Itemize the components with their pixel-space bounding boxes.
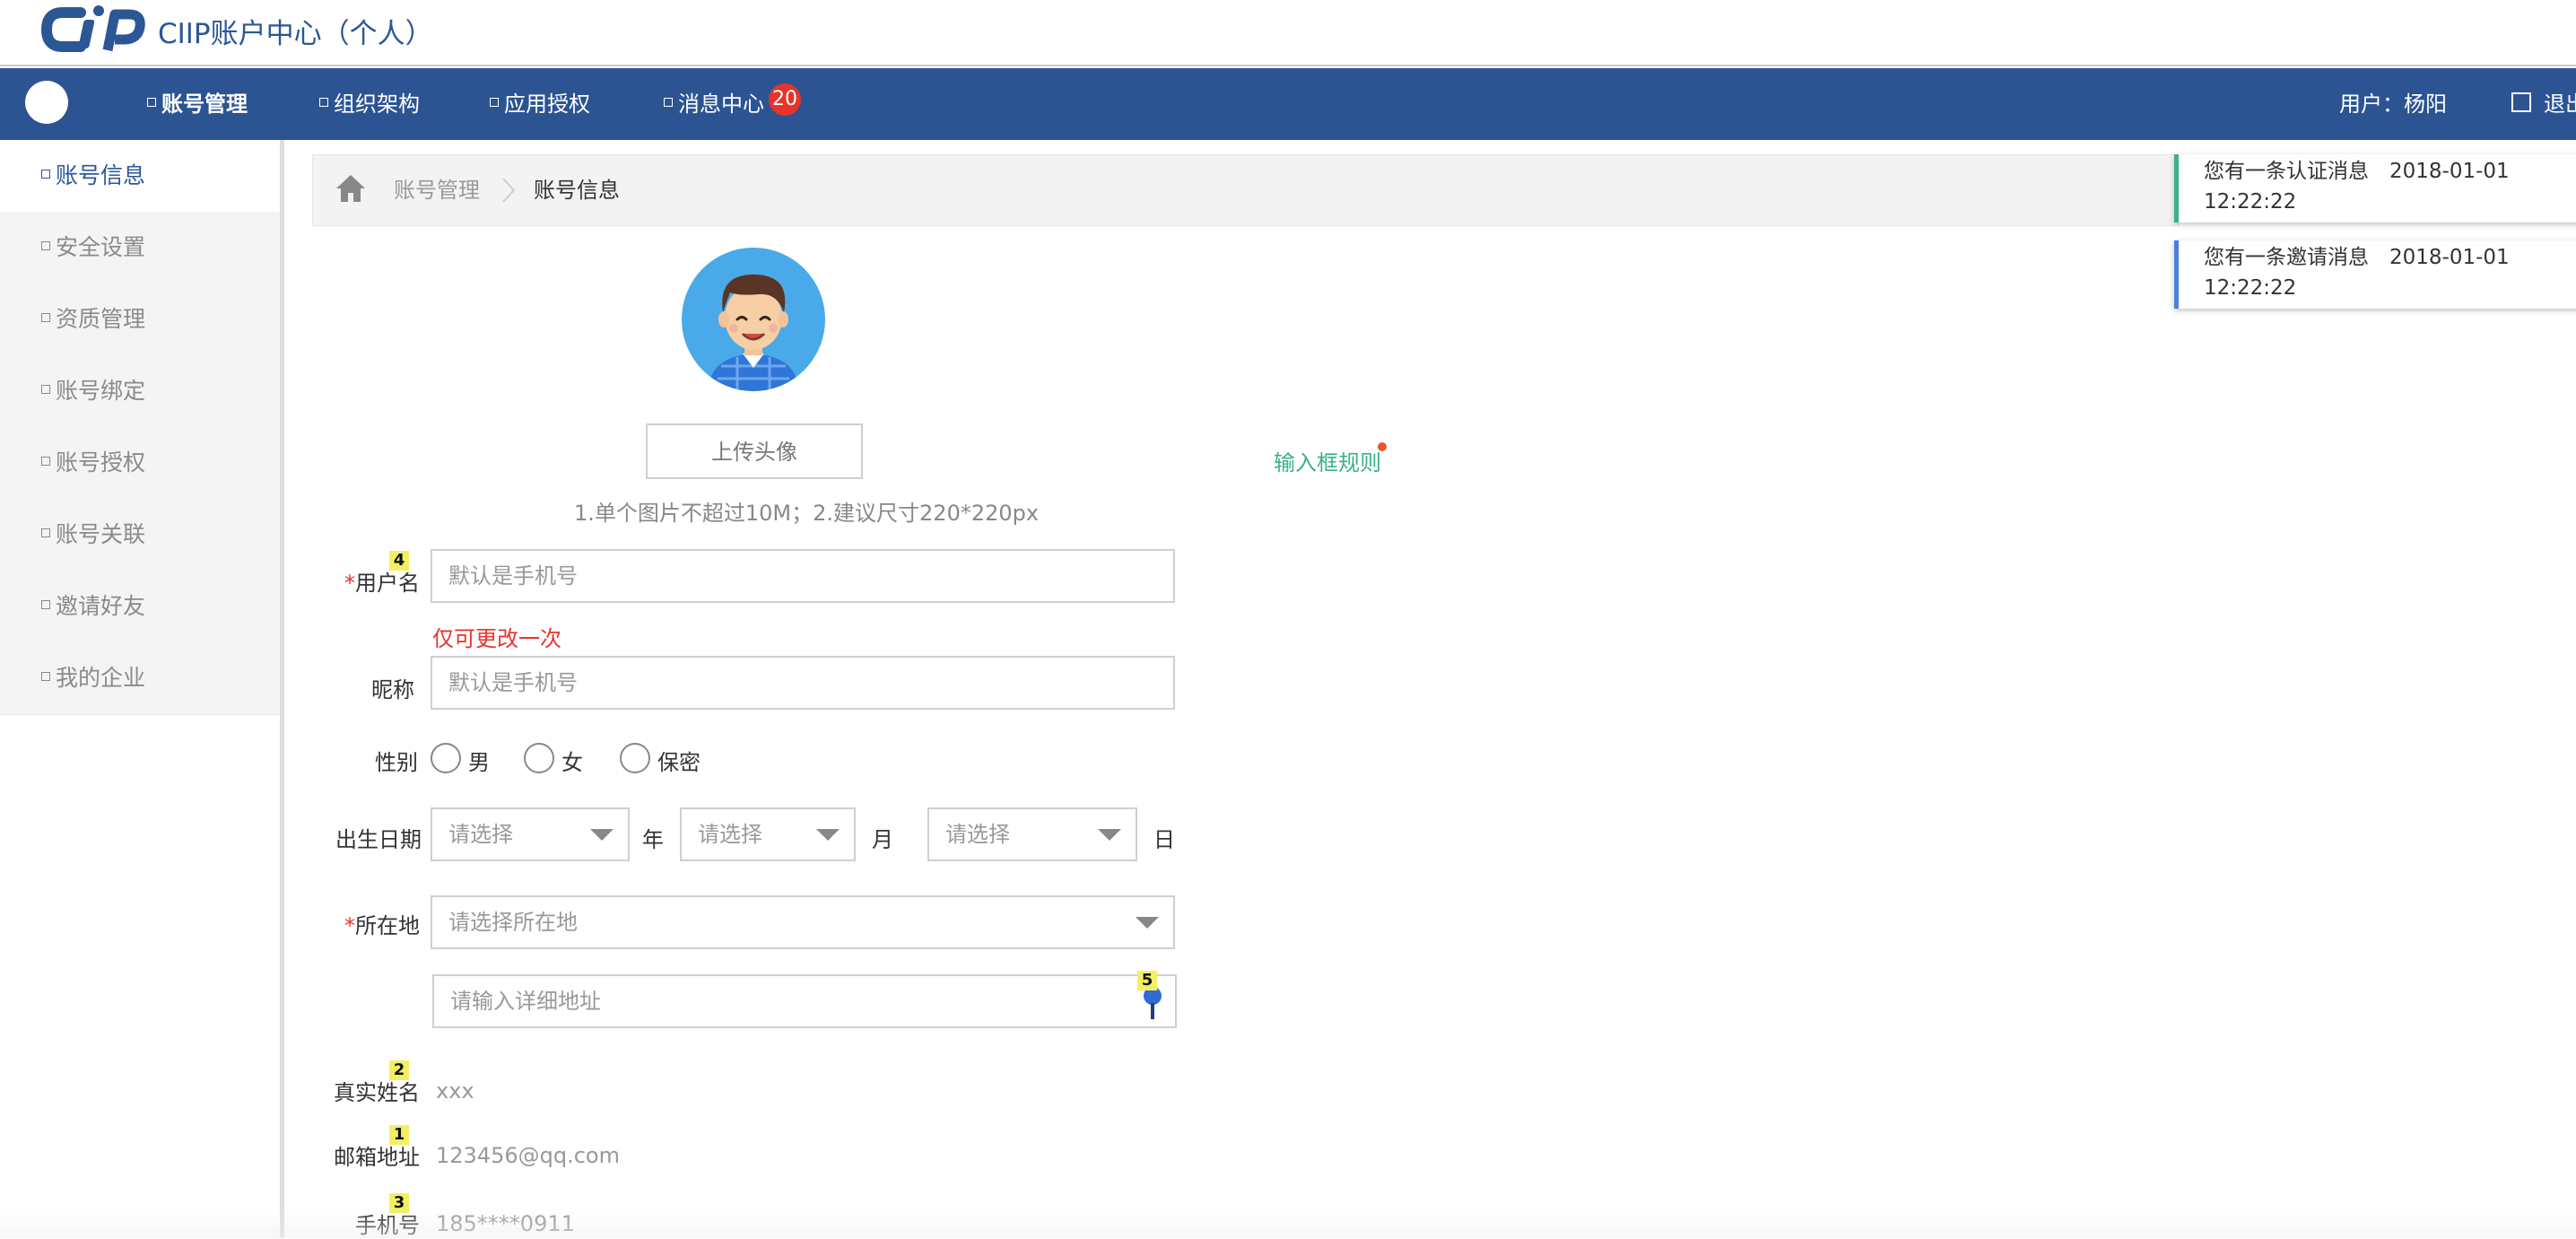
- birthday-label: 出生日期: [335, 827, 422, 852]
- user-avatar: [682, 248, 825, 391]
- username-hint: 仅可更改一次: [432, 626, 561, 651]
- gender-radio-secret[interactable]: [620, 743, 650, 773]
- breadcrumb: 账号管理 账号信息: [312, 154, 2180, 226]
- square-bullet-icon: [41, 600, 50, 609]
- annotation-marker: 5: [1137, 971, 1157, 990]
- chevron-right-icon: [502, 178, 516, 203]
- sidebar: 账号信息 安全设置 资质管理 账号绑定 账号授权 账号关联 邀请好友 我的企业: [0, 140, 280, 1238]
- breadcrumb-current: 账号信息: [534, 178, 620, 203]
- sidebar-item-account-info[interactable]: 账号信息: [0, 140, 280, 213]
- annotation-marker: 4: [389, 551, 409, 571]
- square-bullet-icon: [41, 457, 50, 466]
- upload-avatar-button[interactable]: 上传头像: [646, 423, 863, 479]
- year-unit: 年: [642, 827, 664, 852]
- breadcrumb-parent[interactable]: 账号管理: [394, 155, 480, 225]
- square-bullet-icon: [147, 98, 156, 107]
- notification-text: 您有一条认证消息 2018-01-01 12:22:22: [2204, 160, 2510, 214]
- notification-text: 您有一条邀请消息 2018-01-01 12:22:22: [2204, 246, 2510, 300]
- message-count-badge: 20: [769, 83, 801, 116]
- square-bullet-icon: [41, 313, 50, 322]
- notification-toast[interactable]: 您有一条认证消息 2018-01-01 12:22:22: [2174, 154, 2576, 222]
- nav-item-message-center[interactable]: 消息中心: [664, 68, 764, 140]
- nav-item-app-authorization[interactable]: 应用授权: [490, 68, 590, 140]
- nav-user-name: 用户：杨阳: [2339, 92, 2447, 117]
- month-unit: 月: [872, 827, 893, 852]
- chevron-down-icon: [816, 829, 840, 841]
- birth-month-select[interactable]: 请选择: [680, 807, 856, 861]
- input-rules-link[interactable]: 输入框规则: [1274, 445, 1381, 476]
- day-unit: 日: [1153, 827, 1175, 852]
- sidebar-item-my-enterprise[interactable]: 我的企业: [0, 642, 280, 715]
- location-label: *所在地: [344, 913, 420, 938]
- brand-bar: CIIP账户中心（个人）: [0, 0, 2576, 66]
- phone-value: 185****0911: [436, 1211, 575, 1236]
- nav-item-organization[interactable]: 组织架构: [319, 68, 420, 140]
- square-bullet-icon: [41, 672, 50, 681]
- nickname-label: 昵称: [371, 677, 414, 702]
- real-name-value: xxx: [436, 1078, 474, 1104]
- square-bullet-icon: [41, 170, 50, 179]
- sidebar-item-account-binding[interactable]: 账号绑定: [0, 355, 280, 428]
- gender-option-label: 男: [468, 750, 490, 775]
- ciip-logo: [40, 5, 145, 52]
- notification-toast[interactable]: 您有一条邀请消息 2018-01-01 12:22:22: [2174, 240, 2576, 309]
- gender-radio-male[interactable]: [431, 743, 461, 773]
- logout-button[interactable]: 退出: [2511, 68, 2576, 140]
- sidebar-divider: [280, 140, 284, 1238]
- birth-day-select[interactable]: 请选择: [927, 807, 1137, 861]
- square-bullet-icon: [490, 98, 499, 107]
- annotation-marker: 2: [389, 1060, 409, 1080]
- required-mark: *: [344, 571, 355, 596]
- brand-title: CIIP账户中心（个人）: [158, 18, 433, 50]
- logout-icon: [2511, 92, 2531, 112]
- square-bullet-icon: [319, 98, 328, 107]
- gender-label: 性别: [375, 750, 418, 775]
- phone-label: 手机号: [355, 1213, 420, 1238]
- birth-year-select[interactable]: 请选择: [431, 807, 630, 861]
- sidebar-item-security[interactable]: 安全设置: [0, 212, 280, 284]
- square-bullet-icon: [41, 241, 50, 250]
- gender-option-label: 保密: [657, 750, 701, 775]
- detail-address-input[interactable]: [432, 974, 1177, 1028]
- chevron-down-icon: [1098, 829, 1121, 841]
- square-bullet-icon: [41, 385, 50, 394]
- map-pin-icon[interactable]: [1141, 985, 1164, 1021]
- location-select[interactable]: 请选择所在地: [431, 895, 1175, 949]
- sidebar-item-qualification[interactable]: 资质管理: [0, 284, 280, 356]
- chevron-down-icon: [1136, 917, 1159, 929]
- gender-radio-female[interactable]: [524, 743, 554, 773]
- upload-hint: 1.单个图片不超过10M；2.建议尺寸220*220px: [574, 501, 1040, 526]
- required-mark: *: [344, 913, 355, 938]
- gender-option-label: 女: [561, 750, 583, 775]
- annotation-marker: 1: [389, 1125, 409, 1145]
- chevron-down-icon: [590, 829, 614, 841]
- square-bullet-icon: [41, 528, 50, 537]
- nickname-input[interactable]: [431, 656, 1175, 710]
- square-bullet-icon: [664, 98, 673, 107]
- top-nav-bar: 账号管理 组织架构 应用授权 消息中心 20 用户：杨阳 退出: [0, 68, 2576, 140]
- home-icon[interactable]: [335, 173, 367, 204]
- email-value: 123456@qq.com: [436, 1143, 620, 1168]
- nav-item-account-management[interactable]: 账号管理: [147, 68, 248, 140]
- nav-avatar[interactable]: [25, 81, 68, 124]
- notification-dot: [1378, 442, 1387, 451]
- sidebar-item-invite-friends[interactable]: 邀请好友: [0, 571, 280, 643]
- annotation-marker: 3: [389, 1193, 409, 1213]
- sidebar-item-account-authorization[interactable]: 账号授权: [0, 427, 280, 500]
- sidebar-item-account-association[interactable]: 账号关联: [0, 499, 280, 572]
- username-input[interactable]: [431, 549, 1175, 603]
